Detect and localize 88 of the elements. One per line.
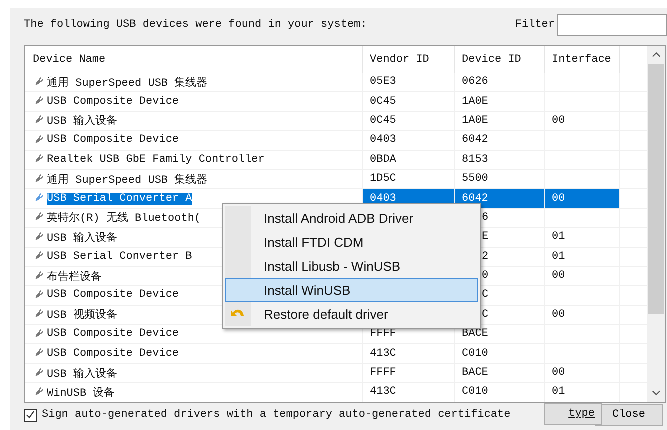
interface-number: 00 (552, 270, 566, 282)
vendor-id: 0C45 (370, 96, 396, 108)
plug-icon (33, 290, 44, 301)
device-id: 0 (482, 270, 489, 282)
device-id: 1A0E (462, 96, 488, 108)
device-id: E (482, 231, 489, 244)
device-name: USB Serial Converter B (47, 250, 192, 263)
device-id: BACE (462, 367, 488, 380)
vendor-id: 0403 (370, 192, 396, 205)
device-name: 布告栏设备 (47, 270, 102, 284)
plug-icon (33, 270, 44, 282)
device-name: 通用 SuperSpeed USB 集线器 (47, 172, 208, 187)
device-id: 5500 (462, 173, 488, 186)
close-button[interactable]: Close (595, 404, 663, 426)
device-row[interactable]: USB Composite Device 413C C010 (25, 344, 647, 364)
device-name: 通用 SuperSpeed USB 集线器 (47, 76, 208, 90)
scroll-down-icon[interactable] (652, 390, 660, 396)
device-id: 0626 (462, 76, 488, 88)
vendor-id: 1D5C (370, 173, 396, 186)
menu-item[interactable]: Install Libusb - WinUSB (225, 254, 478, 278)
plug-icon (33, 134, 44, 146)
type-button[interactable]: type (544, 403, 602, 425)
sign-label: Sign auto-generated drivers with a temporary auto-generated certificate (42, 409, 511, 421)
interface-number: 00 (552, 308, 566, 321)
device-row[interactable]: USB 输入设备 FFFF BACE 00 (25, 364, 647, 384)
device-name: USB Composite Device (47, 96, 180, 108)
plug-icon (33, 368, 44, 379)
device-name: USB 输入设备 (47, 231, 118, 245)
vendor-id: FFFF (370, 367, 396, 380)
column-header[interactable]: Vendor ID (363, 46, 455, 73)
menu-item[interactable]: Install FTDI CDM (225, 230, 478, 254)
interface-number: 01 (552, 250, 566, 263)
vendor-id: 0C45 (370, 114, 396, 127)
device-name: USB 输入设备 (47, 367, 118, 381)
interface-number: 01 (552, 231, 566, 244)
device-id: 6042 (462, 134, 488, 146)
column-header[interactable]: Interface (545, 46, 620, 73)
intro-text: The following USB devices were found in your system: (24, 19, 368, 31)
vendor-id: 413C (370, 348, 396, 360)
plug-icon (33, 386, 44, 398)
interface-number: 00 (552, 192, 566, 205)
device-id: C (482, 308, 489, 321)
device-name: 英特尔(R) 无线 Bluetooth( (47, 211, 202, 226)
interface-number: 01 (552, 386, 566, 398)
plug-icon (33, 76, 44, 88)
interface-number: 00 (552, 114, 566, 127)
device-id: C (482, 289, 489, 302)
device-name: USB Composite Device (47, 348, 180, 360)
device-name: Realtek USB GbE Family Controller (47, 154, 265, 166)
device-id: 6042 (462, 192, 488, 205)
scroll-up-icon[interactable] (652, 52, 660, 58)
column-header[interactable]: Device Name (25, 46, 363, 73)
vendor-id: 05E3 (370, 76, 396, 88)
device-name: USB Serial Converter A (47, 192, 192, 205)
plug-icon (33, 328, 44, 340)
device-name: USB Composite Device (47, 328, 180, 340)
device-id: BACE (462, 328, 488, 340)
device-name: USB 视频设备 (47, 308, 118, 322)
device-id: 8153 (462, 154, 488, 166)
device-id: 6 (482, 212, 489, 224)
vendor-id: 413C (370, 386, 396, 398)
menu-item[interactable]: Install Android ADB Driver (225, 206, 478, 230)
plug-icon (33, 174, 44, 185)
device-id: C010 (462, 386, 488, 398)
menu-item[interactable]: Install WinUSB (225, 278, 478, 302)
device-name: USB Composite Device (47, 289, 180, 302)
device-id: 2 (482, 250, 489, 263)
filter-label: Filter (515, 19, 555, 31)
device-name: USB 输入设备 (47, 114, 118, 128)
scrollbar-thumb[interactable] (648, 64, 664, 314)
sign-checkbox[interactable] (24, 408, 37, 422)
device-row[interactable]: USB Composite Device 0403 6042 (25, 131, 647, 151)
plug-icon (33, 232, 44, 243)
device-id: 1A0E (462, 114, 488, 127)
interface-number: 00 (552, 367, 566, 380)
filter-field[interactable] (557, 14, 667, 36)
device-row[interactable]: USB 输入设备 0C45 1A0E 00 (25, 112, 647, 132)
scrollbar[interactable] (647, 46, 665, 402)
device-row[interactable]: 通用 SuperSpeed USB 集线器 05E3 0626 (25, 73, 647, 92)
device-row[interactable]: USB Composite Device 0C45 1A0E (25, 92, 647, 112)
vendor-id: 0BDA (370, 154, 396, 166)
vendor-id: 0403 (370, 134, 396, 146)
device-row[interactable]: Realtek USB GbE Family Controller 0BDA 8153 (25, 150, 647, 170)
vendor-id: FFFF (370, 328, 396, 340)
device-name: WinUSB 设备 (47, 386, 116, 400)
device-name: USB Composite Device (47, 134, 180, 146)
device-id: C010 (462, 348, 488, 360)
column-header[interactable]: Device ID (455, 46, 545, 73)
